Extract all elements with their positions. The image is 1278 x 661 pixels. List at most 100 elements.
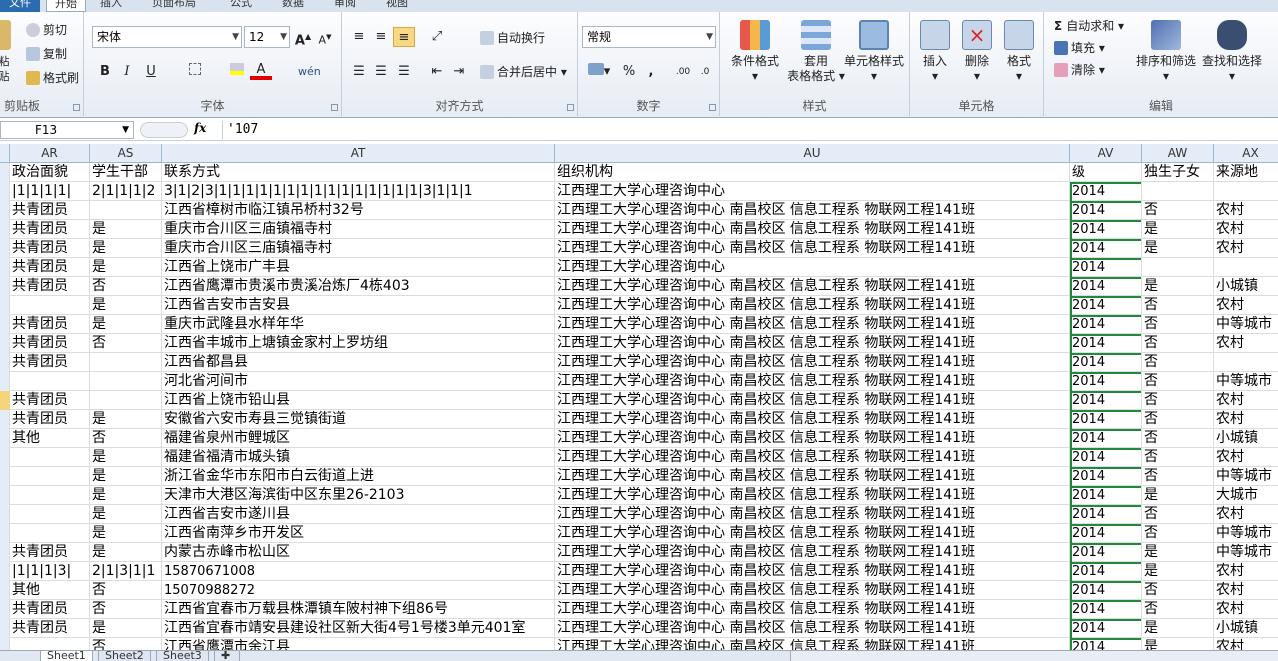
cell-at[interactable]: 重庆市武隆县水样年华 — [162, 315, 555, 334]
cell-ax[interactable]: 农村 — [1214, 220, 1278, 239]
align-middle-button[interactable]: ≡ — [370, 27, 392, 47]
cell-av[interactable]: 2014 — [1070, 619, 1142, 638]
align-center-button[interactable]: ☰ — [370, 62, 392, 82]
cell-aw[interactable]: 否 — [1142, 334, 1214, 353]
row-header[interactable] — [0, 258, 10, 277]
cell-ar[interactable] — [10, 638, 90, 650]
cell-ax[interactable]: 中等城市 — [1214, 315, 1278, 334]
align-right-button[interactable]: ☰ — [393, 62, 415, 82]
cell-av[interactable]: 2014 — [1070, 543, 1142, 562]
cell-ar[interactable]: 政治面貌 — [10, 163, 90, 182]
column-header-aw[interactable]: AW — [1142, 144, 1214, 163]
row-header[interactable] — [0, 448, 10, 467]
column-header-ax[interactable]: AX — [1214, 144, 1278, 163]
cell-aw[interactable]: 否 — [1142, 372, 1214, 391]
row-header[interactable] — [0, 239, 10, 258]
cell-aw[interactable] — [1142, 258, 1214, 277]
cell-ar[interactable]: 其他 — [10, 429, 90, 448]
align-top-button[interactable]: ≡ — [348, 27, 370, 47]
cell-at[interactable]: 江西省鹰潭市余江县 — [162, 638, 555, 650]
cell-as[interactable] — [90, 201, 162, 220]
cell-aw[interactable]: 是 — [1142, 543, 1214, 562]
cell-aw[interactable]: 否 — [1142, 429, 1214, 448]
cell-aw[interactable]: 否 — [1142, 581, 1214, 600]
cell-as[interactable]: 否 — [90, 581, 162, 600]
cell-au[interactable]: 江西理工大学心理咨询中心 南昌校区 信息工程系 物联网工程141班 — [555, 353, 1070, 372]
phonetic-button[interactable]: wén — [298, 62, 321, 82]
cell-ax[interactable]: 农村 — [1214, 600, 1278, 619]
cell-ax[interactable]: 农村 — [1214, 410, 1278, 429]
fill-color-button[interactable] — [226, 62, 248, 82]
cell-aw[interactable]: 是 — [1142, 638, 1214, 650]
cell-ax[interactable]: 中等城市 — [1214, 372, 1278, 391]
cell-aw[interactable]: 否 — [1142, 524, 1214, 543]
cell-av[interactable]: 2014 — [1070, 467, 1142, 486]
fill-button[interactable]: 填充 ▾ — [1054, 40, 1105, 56]
border-button[interactable] — [184, 62, 206, 82]
cell-ar[interactable]: 共青团员 — [10, 315, 90, 334]
cell-as[interactable]: 是 — [90, 220, 162, 239]
cell-av[interactable]: 2014 — [1070, 391, 1142, 410]
cell-at[interactable]: 江西省鹰潭市贵溪市贵溪冶炼厂4栋403 — [162, 277, 555, 296]
align-bottom-button[interactable]: ≡ — [393, 27, 415, 47]
cell-as[interactable]: 是 — [90, 524, 162, 543]
cell-as[interactable]: 否 — [90, 334, 162, 353]
cell-aw[interactable]: 否 — [1142, 467, 1214, 486]
cell-av[interactable]: 2014 — [1070, 277, 1142, 296]
cell-ax[interactable]: 农村 — [1214, 562, 1278, 581]
cell-au[interactable]: 江西理工大学心理咨询中心 南昌校区 信息工程系 物联网工程141班 — [555, 600, 1070, 619]
cell-av[interactable]: 2014 — [1070, 239, 1142, 258]
cell-as[interactable]: 是 — [90, 239, 162, 258]
cell-aw[interactable]: 否 — [1142, 315, 1214, 334]
cell-ax[interactable]: 农村 — [1214, 581, 1278, 600]
insert-function-button[interactable]: fx — [194, 121, 206, 135]
number-launcher[interactable] — [709, 104, 716, 111]
cell-av[interactable]: 2014 — [1070, 638, 1142, 650]
clipboard-launcher[interactable] — [73, 104, 80, 111]
cell-ar[interactable]: |1|1|1|3| — [10, 562, 90, 581]
format-cells-button[interactable]: 格式 ▾ — [1000, 20, 1038, 84]
cell-as[interactable]: 2|1|3|1|1 — [90, 562, 162, 581]
cell-av[interactable]: 2014 — [1070, 258, 1142, 277]
cell-av[interactable]: 2014 — [1070, 182, 1142, 201]
cell-at[interactable]: 联系方式 — [162, 163, 555, 182]
cell-ax[interactable]: 小城镇 — [1214, 619, 1278, 638]
increase-indent-button[interactable]: ⇥ — [448, 62, 470, 82]
cell-au[interactable]: 江西理工大学心理咨询中心 南昌校区 信息工程系 物联网工程141班 — [555, 429, 1070, 448]
cell-ar[interactable] — [10, 448, 90, 467]
row-header[interactable] — [0, 353, 10, 372]
formula-input[interactable]: '107 — [222, 121, 1278, 139]
cell-as[interactable]: 是 — [90, 296, 162, 315]
cell-av[interactable]: 2014 — [1070, 201, 1142, 220]
new-sheet-button[interactable]: ✚ — [214, 651, 240, 661]
sheet-tab-1[interactable]: Sheet1 — [40, 651, 93, 661]
cell-au[interactable]: 江西理工大学心理咨询中心 南昌校区 信息工程系 物联网工程141班 — [555, 543, 1070, 562]
cell-ax[interactable]: 农村 — [1214, 201, 1278, 220]
font-size-select[interactable]: 12 ▼ — [244, 26, 290, 48]
format-painter-button[interactable]: 格式刷 — [26, 70, 79, 86]
format-as-table-button[interactable]: 套用 表格格式 ▾ — [786, 20, 846, 84]
currency-button[interactable]: ▾ — [584, 62, 614, 82]
tab-home[interactable]: 开始 — [46, 0, 86, 12]
cell-at[interactable]: 江西省都昌县 — [162, 353, 555, 372]
cell-ax[interactable]: 农村 — [1214, 334, 1278, 353]
number-format-select[interactable]: 常规 ▼ — [582, 26, 716, 48]
cell-at[interactable]: 江西省宜春市靖安县建设社区新大街4号1号楼3单元401室 — [162, 619, 555, 638]
row-header[interactable] — [0, 334, 10, 353]
cell-av[interactable]: 级 — [1070, 163, 1142, 182]
cell-ar[interactable]: 共青团员 — [10, 543, 90, 562]
cell-ar[interactable]: 共青团员 — [10, 353, 90, 372]
cell-as[interactable]: 否 — [90, 600, 162, 619]
cell-ax[interactable]: 中等城市 — [1214, 543, 1278, 562]
cell-av[interactable]: 2014 — [1070, 581, 1142, 600]
cell-av[interactable]: 2014 — [1070, 448, 1142, 467]
row-header[interactable] — [0, 315, 10, 334]
cell-ax[interactable] — [1214, 353, 1278, 372]
cell-au[interactable]: 江西理工大学心理咨询中心 南昌校区 信息工程系 物联网工程141班 — [555, 524, 1070, 543]
cell-au[interactable]: 江西理工大学心理咨询中心 南昌校区 信息工程系 物联网工程141班 — [555, 277, 1070, 296]
find-select-button[interactable]: 查找和选择 ▾ — [1200, 20, 1264, 84]
cell-as[interactable]: 是 — [90, 258, 162, 277]
cell-au[interactable]: 江西理工大学心理咨询中心 — [555, 182, 1070, 201]
cell-au[interactable]: 江西理工大学心理咨询中心 南昌校区 信息工程系 物联网工程141班 — [555, 220, 1070, 239]
cell-at[interactable]: 福建省福清市城头镇 — [162, 448, 555, 467]
